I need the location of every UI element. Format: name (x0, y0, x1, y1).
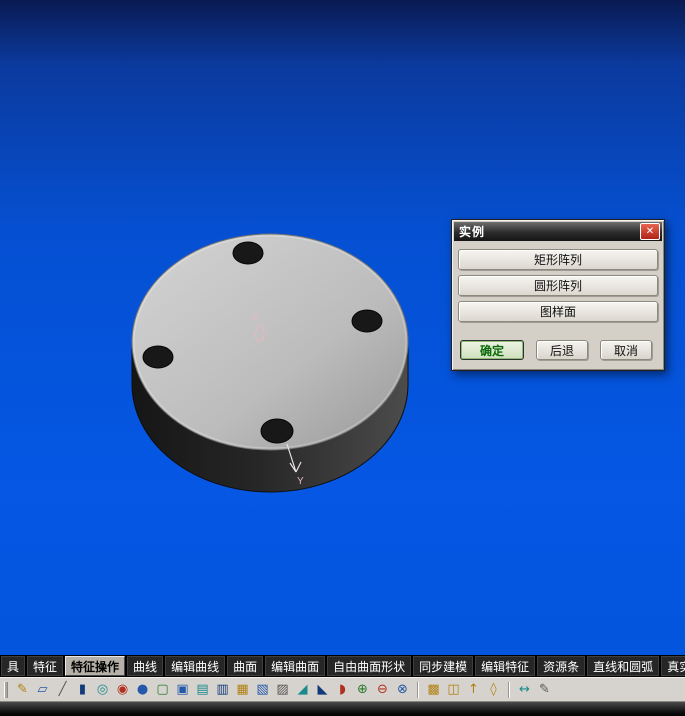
dialog-title: 实例 (459, 225, 486, 239)
disc-hole[interactable] (142, 345, 174, 369)
tab-freeform-shape[interactable]: 自由曲面形状 (327, 656, 412, 676)
edit-pencil-icon[interactable]: ✎ (536, 681, 553, 698)
slot-icon[interactable]: ▤ (194, 681, 211, 698)
tab-resource-bar[interactable]: 资源条 (537, 656, 586, 676)
cancel-button[interactable]: 取消 (600, 340, 652, 360)
tab-synchronous-modeling[interactable]: 同步建模 (413, 656, 474, 676)
revolve-icon[interactable]: ◎ (94, 681, 111, 698)
back-button[interactable]: 后退 (536, 340, 588, 360)
toolbar-separator (508, 681, 510, 698)
dialog-titlebar[interactable]: 实例 ✕ (454, 222, 662, 241)
mirror-feature-icon[interactable]: ◫ (445, 681, 462, 698)
promote-body-icon[interactable]: ↑ (465, 681, 482, 698)
dialog-body: 矩形阵列 圆形阵列 图样面 确定 后退 取消 (454, 241, 662, 368)
tab-true-shading[interactable]: 真实着色 (661, 656, 685, 676)
tab-edit-feature[interactable]: 编辑特征 (475, 656, 536, 676)
toolbar-tab-bar: 具 特征 特征操作 曲线 编辑曲线 曲面 编辑曲面 自由曲面形状 同步建模 编辑… (0, 655, 685, 677)
pad-icon[interactable]: ▣ (174, 681, 191, 698)
hole-icon[interactable]: ◉ (114, 681, 131, 698)
toolbar-grip[interactable] (4, 681, 8, 698)
datum-plane-icon[interactable]: ▱ (34, 681, 51, 698)
pattern-face-button[interactable]: 图样面 (458, 301, 658, 322)
feature-operation-toolbar: ✎ ▱ ╱ ▮ ◎ ◉ ● ▢ ▣ ▤ ▥ ▦ ▧ ▨ ◢ ◣ ◗ ⊕ ⊖ ⊗ … (0, 677, 685, 702)
ok-button[interactable]: 确定 (460, 340, 524, 360)
tab-feature[interactable]: 特征 (27, 656, 64, 676)
axis-y-label: Y (297, 476, 304, 487)
tab-edit-surface[interactable]: 编辑曲面 (265, 656, 326, 676)
tab-feature-operation[interactable]: 特征操作 (65, 656, 126, 676)
app-window: Z Y 实例 ✕ 矩形阵列 圆形阵列 图样面 确定 后退 取消 具 特征 特征操… (0, 0, 685, 716)
unite-icon[interactable]: ⊕ (354, 681, 371, 698)
tab-surface[interactable]: 曲面 (227, 656, 264, 676)
edge-blend-icon[interactable]: ◗ (334, 681, 351, 698)
extrude-icon[interactable]: ▮ (74, 681, 91, 698)
dialog-action-row: 确定 后退 取消 (460, 340, 656, 360)
groove-icon[interactable]: ▥ (214, 681, 231, 698)
move-face-icon[interactable]: ↔ (516, 681, 533, 698)
draft-icon[interactable]: ◢ (294, 681, 311, 698)
rib-icon[interactable]: ▦ (234, 681, 251, 698)
disc-hole[interactable] (260, 418, 294, 444)
disc-hole[interactable] (351, 309, 383, 333)
window-bottom-strip (0, 702, 685, 716)
instance-dialog: 实例 ✕ 矩形阵列 圆形阵列 图样面 确定 后退 取消 (451, 219, 665, 371)
pattern-feature-icon[interactable]: ▩ (425, 681, 442, 698)
shell-icon[interactable]: ▨ (274, 681, 291, 698)
graphics-viewport[interactable]: Z Y 实例 ✕ 矩形阵列 圆形阵列 图样面 确定 后退 取消 (0, 0, 685, 655)
tab-edit-curve[interactable]: 编辑曲线 (165, 656, 226, 676)
toolbar-separator (417, 681, 419, 698)
close-icon[interactable]: ✕ (640, 223, 660, 240)
tab-line-and-arc[interactable]: 直线和圆弧 (587, 656, 660, 676)
axis-z-label: Z (252, 312, 258, 323)
subtract-icon[interactable]: ⊖ (374, 681, 391, 698)
disc-hole[interactable] (232, 241, 264, 265)
tab-curve[interactable]: 曲线 (127, 656, 164, 676)
chamfer-icon[interactable]: ◣ (314, 681, 331, 698)
thread-icon[interactable]: ▧ (254, 681, 271, 698)
circular-array-button[interactable]: 圆形阵列 (458, 275, 658, 296)
datum-axis-icon[interactable]: ╱ (54, 681, 71, 698)
sketch-icon[interactable]: ✎ (14, 681, 31, 698)
pocket-icon[interactable]: ▢ (154, 681, 171, 698)
disc-top-face[interactable] (131, 233, 409, 451)
patch-icon[interactable]: ◊ (485, 681, 502, 698)
boss-icon[interactable]: ● (134, 681, 151, 698)
intersect-icon[interactable]: ⊗ (394, 681, 411, 698)
rectangular-array-button[interactable]: 矩形阵列 (458, 249, 658, 270)
tab-tools-partial[interactable]: 具 (1, 656, 26, 676)
